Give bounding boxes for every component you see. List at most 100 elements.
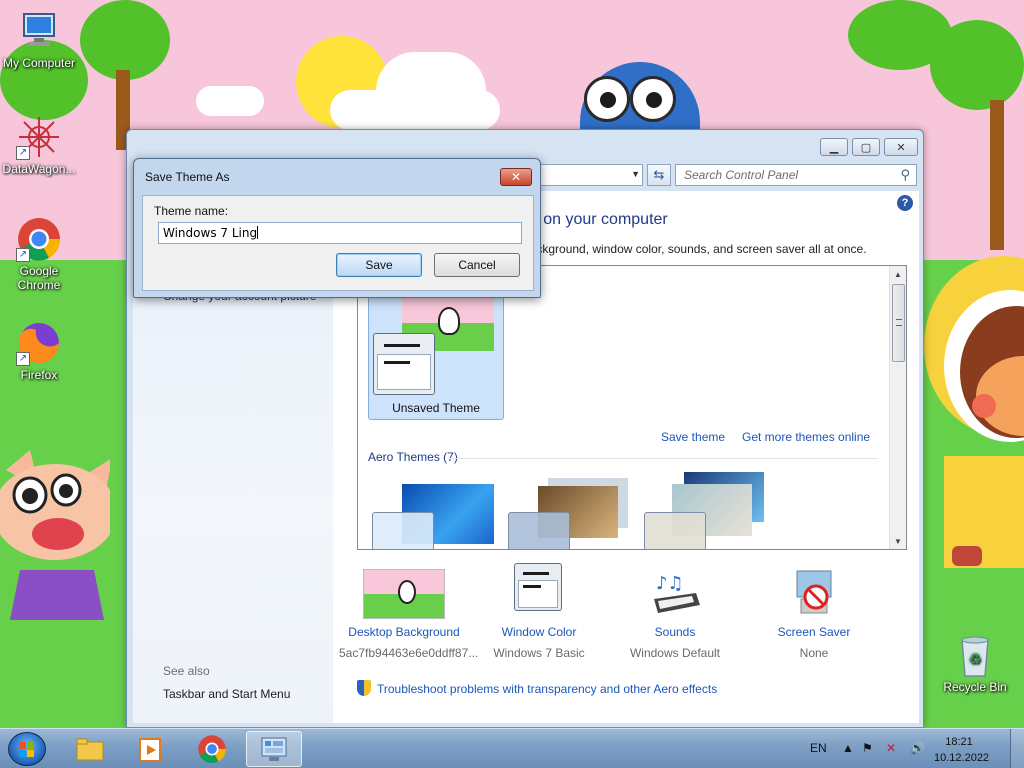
- cancel-button[interactable]: Cancel: [434, 253, 520, 277]
- troubleshoot-link-text: Troubleshoot problems with transparency …: [377, 682, 718, 696]
- scroll-down-icon[interactable]: ▼: [890, 533, 906, 549]
- bottom-item-value: Windows Default: [629, 646, 721, 660]
- desktop-icon-my-computer[interactable]: My Computer: [0, 8, 78, 70]
- network-disconnected-icon[interactable]: ✕: [886, 741, 896, 755]
- minimize-button[interactable]: ▁: [820, 138, 848, 156]
- maximize-button[interactable]: ▢: [852, 138, 880, 156]
- desktop-icon-label: Firefox: [20, 368, 58, 382]
- text-caret: [257, 226, 259, 239]
- desktop-background-icon: [363, 569, 445, 619]
- desktop-icon-recycle-bin[interactable]: ♻ Recycle Bin: [936, 632, 1014, 694]
- sounds-icon: ♪♫: [634, 569, 716, 619]
- taskbar-clock[interactable]: 18:21 10.12.2022: [934, 734, 989, 766]
- bottom-item-value: None: [799, 646, 829, 660]
- search-input[interactable]: Search Control Panel ⚲: [675, 164, 917, 186]
- theme-label: Unsaved Theme: [392, 401, 480, 415]
- close-icon: ✕: [510, 170, 522, 184]
- see-also-heading: See also: [163, 664, 210, 678]
- shortcut-arrow-icon: ↗: [16, 146, 30, 160]
- desktop-background-button[interactable]: Desktop Background 5ac7fb94463e6e0ddff87…: [339, 569, 479, 660]
- desktop-icon-label: Recycle Bin: [943, 680, 1007, 694]
- get-more-themes-link[interactable]: Get more themes online: [742, 430, 870, 444]
- scroll-thumb[interactable]: [892, 284, 905, 362]
- save-button[interactable]: Save: [336, 253, 422, 277]
- wallpaper-tree: [930, 20, 1024, 110]
- taskbar-and-start-menu-link[interactable]: Taskbar and Start Menu: [163, 687, 290, 701]
- volume-icon[interactable]: 🔊: [910, 741, 925, 755]
- desktop-icon-label: My Computer: [2, 56, 76, 70]
- taskbar-control-panel-button[interactable]: [246, 731, 302, 767]
- dialog-body: Theme name: Windows 7 Ling Save Cancel: [142, 195, 534, 291]
- refresh-icon: ⇆: [653, 167, 665, 182]
- bottom-item-label: Screen Saver: [777, 625, 851, 639]
- window-color-preview: [508, 512, 570, 549]
- chrome-icon: ↗: [16, 216, 62, 262]
- recycle-bin-icon: ♻: [952, 632, 998, 678]
- firefox-icon: ↗: [16, 320, 62, 366]
- minimize-icon: ▁: [829, 141, 839, 154]
- wallpaper-trunk: [990, 100, 1004, 250]
- chevron-down-icon[interactable]: ▼: [631, 169, 640, 179]
- desktop-icon-label: Google Chrome: [17, 264, 61, 292]
- datawagon-icon: ↗: [16, 114, 62, 160]
- action-center-icon[interactable]: ⚑: [862, 741, 873, 755]
- shortcut-arrow-icon: ↗: [16, 248, 30, 262]
- wallpaper-cat-character: [0, 450, 110, 620]
- dialog-title: Save Theme As: [145, 170, 230, 184]
- troubleshoot-aero-link[interactable]: Troubleshoot problems with transparency …: [357, 680, 717, 696]
- theme-list: Unsaved Theme Save theme Get more themes…: [357, 265, 907, 550]
- show-hidden-icons-icon[interactable]: ▲: [842, 741, 854, 755]
- desktop-icon-firefox[interactable]: ↗ Firefox: [0, 320, 78, 382]
- window-color-preview: [373, 333, 435, 395]
- window-color-preview: [644, 512, 706, 549]
- wallpaper-cloud: [330, 90, 500, 130]
- desktop-icon-google-chrome[interactable]: ↗ Google Chrome: [0, 216, 78, 292]
- screen-saver-button[interactable]: Screen Saver None: [749, 569, 879, 660]
- page-subtitle: p background, window color, sounds, and …: [513, 242, 867, 256]
- search-placeholder: Search Control Panel: [684, 168, 799, 182]
- close-button[interactable]: ✕: [884, 138, 918, 156]
- theme-name-value: Windows 7 Ling: [163, 226, 258, 240]
- scroll-up-icon[interactable]: ▲: [890, 266, 906, 282]
- save-theme-dialog: Save Theme As ✕ Theme name: Windows 7 Li…: [133, 158, 541, 298]
- wallpaper-cloud: [196, 86, 264, 116]
- theme-unsaved[interactable]: Unsaved Theme: [368, 280, 504, 420]
- wallpaper-tree: [80, 0, 170, 80]
- theme-aero-architecture[interactable]: [508, 472, 632, 549]
- svg-text:♻: ♻: [969, 652, 982, 668]
- show-desktop-button[interactable]: [1010, 729, 1024, 768]
- theme-aero-characters[interactable]: [644, 472, 768, 549]
- chrome-icon: [198, 735, 226, 764]
- taskbar-media-player-button[interactable]: [122, 731, 178, 767]
- taskbar-explorer-button[interactable]: [62, 731, 118, 767]
- shortcut-arrow-icon: ↗: [16, 352, 30, 366]
- bottom-item-label: Window Color: [501, 625, 577, 639]
- help-icon[interactable]: ?: [897, 195, 913, 211]
- taskbar-chrome-button[interactable]: [184, 731, 240, 767]
- shield-icon: [357, 680, 371, 696]
- clock-time: 18:21: [945, 736, 973, 748]
- maximize-icon: ▢: [860, 141, 872, 154]
- bottom-item-label: Desktop Background: [348, 625, 460, 639]
- control-panel-icon: [261, 737, 287, 761]
- window-color-button[interactable]: Window Color Windows 7 Basic: [474, 563, 604, 660]
- window-color-icon: [498, 563, 580, 619]
- desktop-icon-datawagon[interactable]: ↗ DataWagon...: [0, 114, 78, 176]
- bottom-item-value: Windows 7 Basic: [493, 646, 585, 660]
- theme-name-label: Theme name:: [154, 204, 229, 218]
- computer-icon: [16, 8, 62, 54]
- language-indicator[interactable]: EN: [810, 741, 827, 755]
- save-theme-link[interactable]: Save theme: [661, 430, 725, 444]
- dialog-close-button[interactable]: ✕: [500, 168, 532, 186]
- bottom-item-value: 5ac7fb94463e6e0ddff87...: [339, 646, 479, 660]
- theme-aero-windows7[interactable]: [372, 472, 496, 549]
- refresh-button[interactable]: ⇆: [647, 164, 671, 186]
- start-button[interactable]: [8, 732, 46, 766]
- svg-text:♪♫: ♪♫: [656, 573, 684, 594]
- wallpaper-girl-character: [924, 256, 1024, 568]
- theme-list-scrollbar[interactable]: ▲ ▼: [889, 266, 906, 549]
- bottom-item-label: Sounds: [654, 625, 696, 639]
- theme-name-field[interactable]: Windows 7 Ling: [158, 222, 522, 244]
- window-color-preview: [372, 512, 434, 549]
- sounds-button[interactable]: ♪♫ Sounds Windows Default: [610, 569, 740, 660]
